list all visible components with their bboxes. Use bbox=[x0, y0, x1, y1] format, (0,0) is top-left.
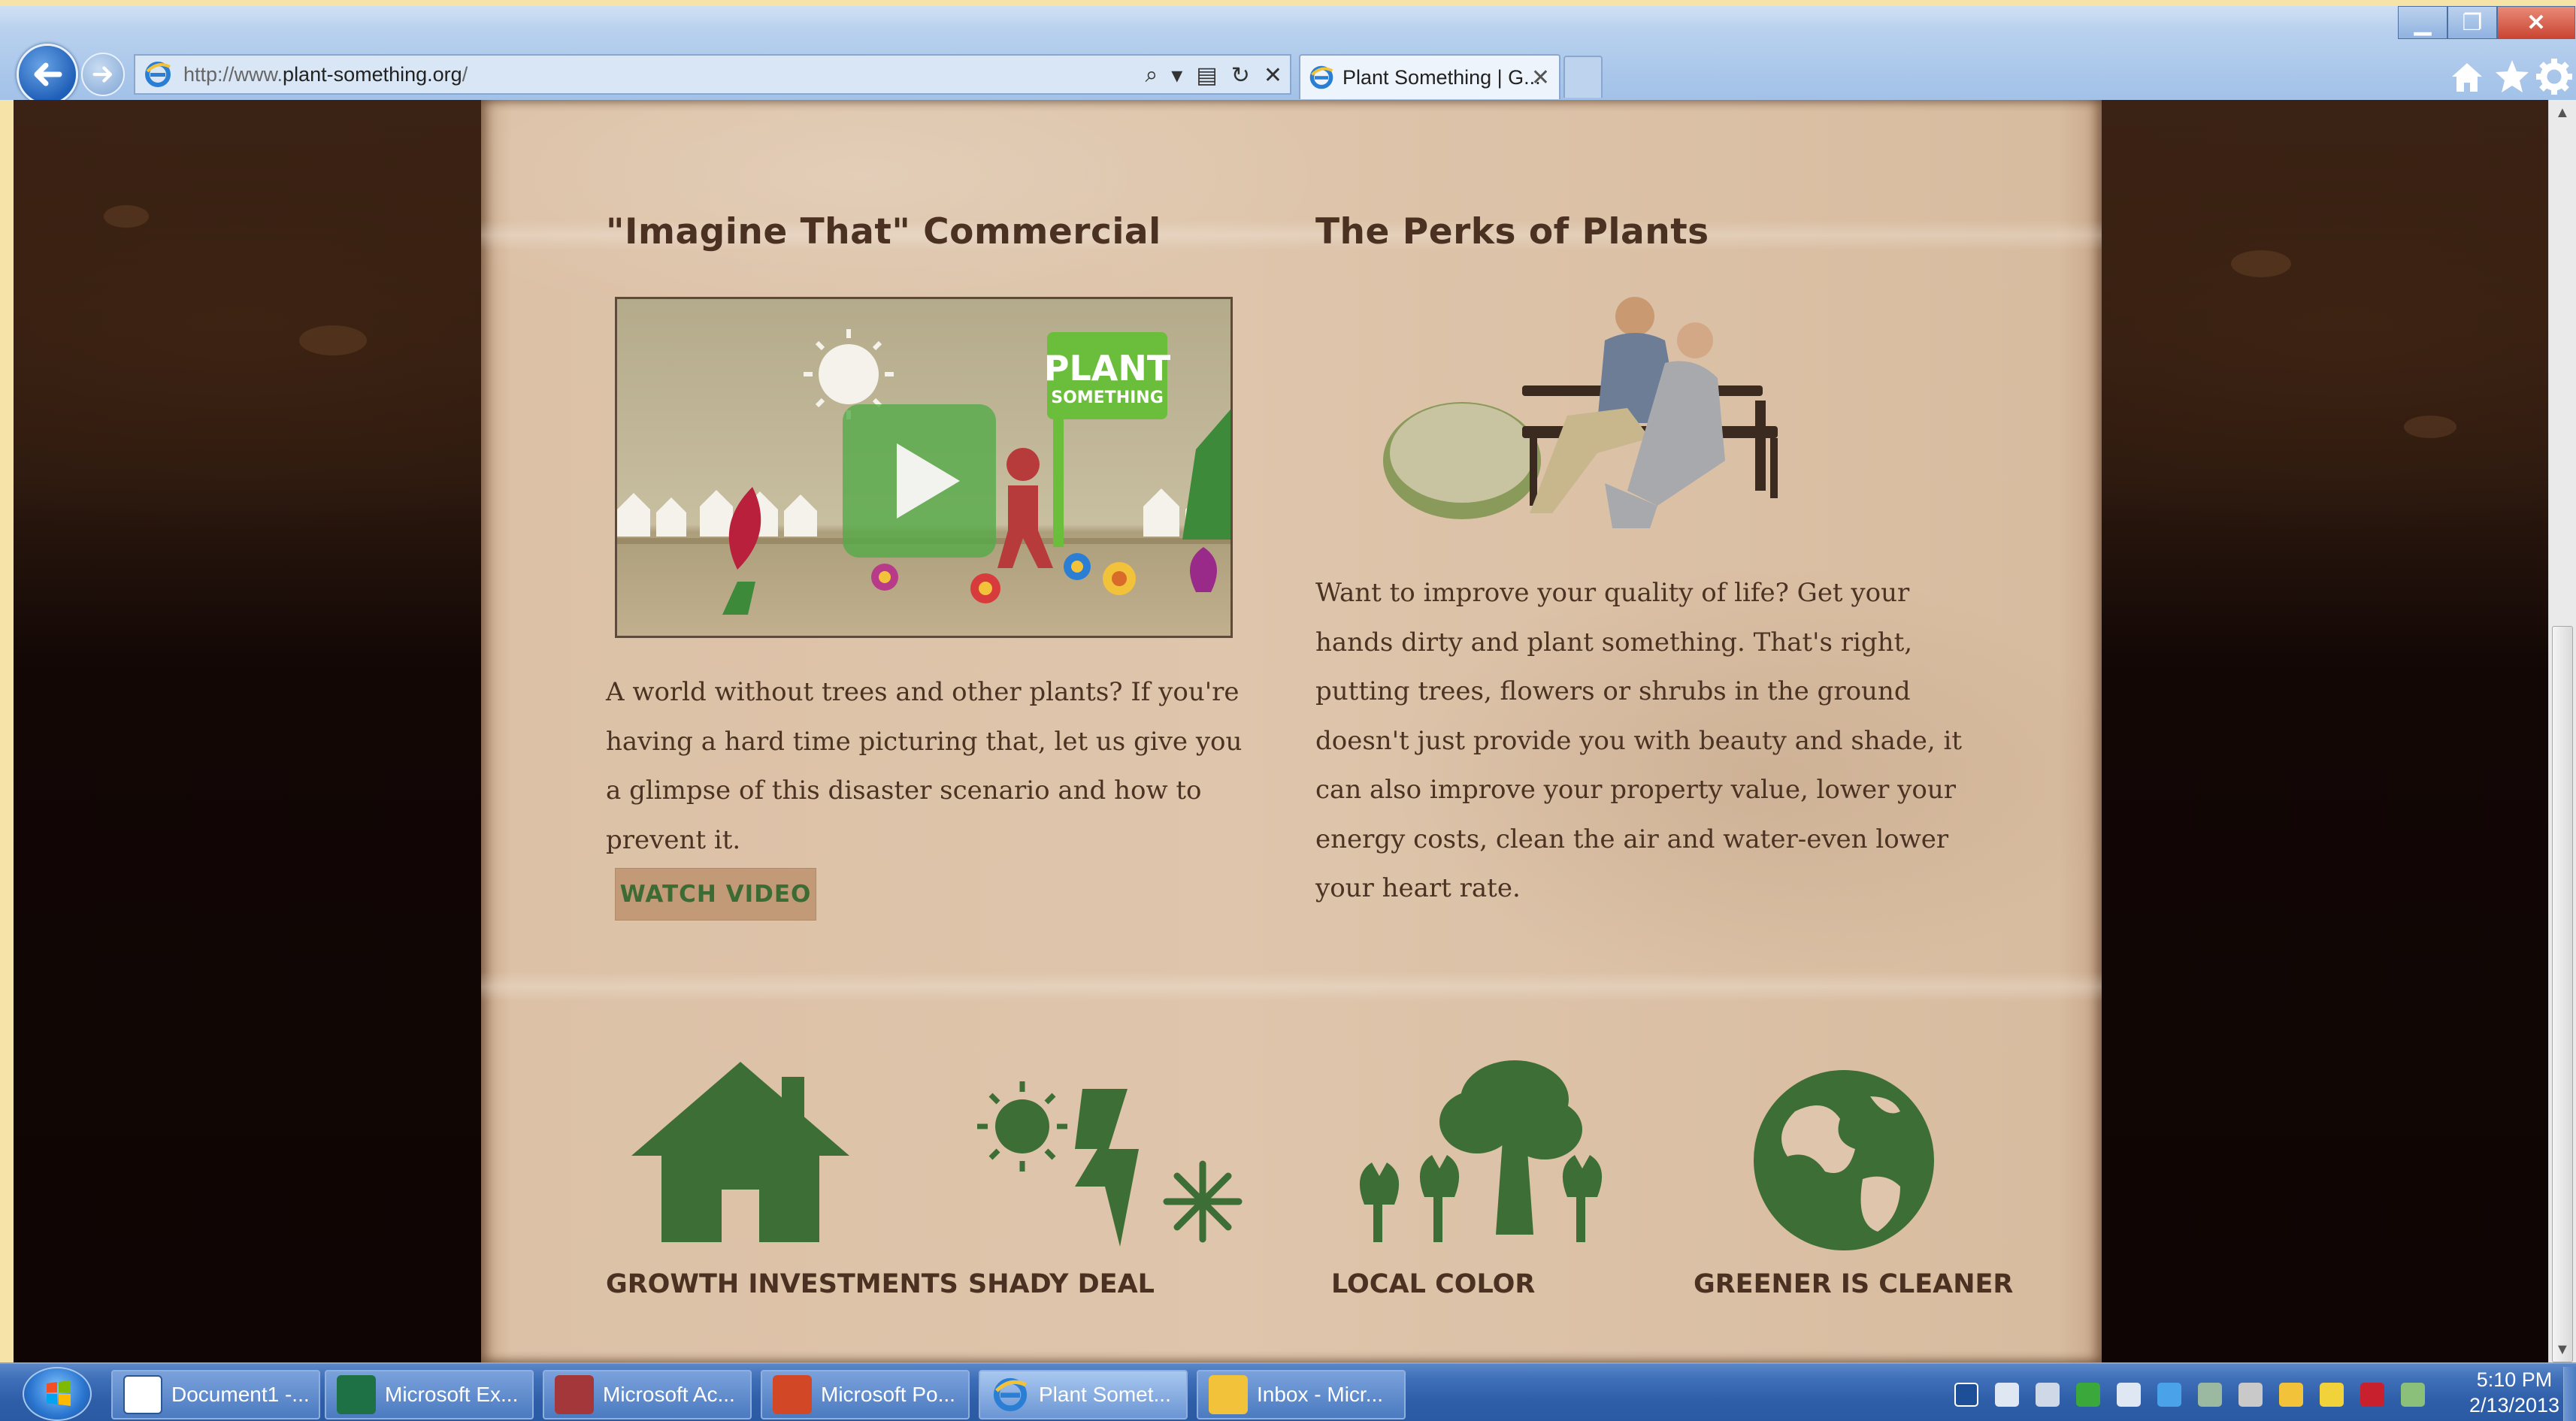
volume-icon[interactable] bbox=[2117, 1383, 2141, 1407]
home-icon[interactable] bbox=[2447, 57, 2487, 96]
url-prefix: http://www. bbox=[183, 62, 283, 86]
video-sign-line1: PLANT bbox=[1044, 348, 1171, 389]
url-domain: plant-something.org bbox=[283, 62, 462, 86]
tab-close-icon[interactable]: ✕ bbox=[1531, 65, 1550, 91]
device-icon[interactable] bbox=[1995, 1383, 2019, 1407]
network-icon[interactable] bbox=[2198, 1383, 2222, 1407]
tree-tulips-icon bbox=[1359, 1060, 1603, 1242]
scroll-up-icon[interactable]: ▲ bbox=[2555, 104, 2570, 122]
scroll-down-icon[interactable]: ▼ bbox=[2555, 1341, 2570, 1359]
notification-icon[interactable] bbox=[2279, 1383, 2303, 1407]
tab-plant-something[interactable]: Plant Something | G... ✕ bbox=[1299, 54, 1560, 99]
taskbar-item-label: Document1 -... bbox=[171, 1383, 310, 1406]
ie-icon bbox=[993, 1377, 1028, 1412]
feature-label-shady-deal: SHADY DEAL bbox=[968, 1269, 1155, 1299]
dropbox-icon[interactable] bbox=[2157, 1383, 2181, 1407]
clock-time: 5:10 PM bbox=[2476, 1368, 2553, 1391]
bluetooth-icon[interactable] bbox=[1954, 1383, 1978, 1407]
tab-title: Plant Something | G... bbox=[1342, 65, 1541, 89]
new-tab-button[interactable] bbox=[1563, 56, 1603, 98]
address-tools: ⌕ ▾ ▤ ↻ ✕ bbox=[1145, 60, 1282, 90]
forward-button[interactable] bbox=[81, 53, 125, 96]
taskbar-item-label: Microsoft Ex... bbox=[385, 1383, 519, 1406]
taskbar-item-powerpoint[interactable]: Microsoft Po... bbox=[761, 1370, 970, 1419]
address-bar[interactable]: http://www.plant-something.org/ ⌕ ▾ ▤ ↻ … bbox=[134, 54, 1291, 95]
globe-icon bbox=[1754, 1070, 1934, 1250]
gear-icon[interactable] bbox=[2535, 57, 2574, 96]
favorites-star-icon[interactable] bbox=[2493, 57, 2532, 96]
close-window-button[interactable]: ✕ bbox=[2497, 6, 2575, 39]
show-desktop-button[interactable] bbox=[2563, 1367, 2576, 1421]
powerpoint-icon bbox=[773, 1375, 812, 1414]
dropdown-icon[interactable]: ▾ bbox=[1171, 62, 1182, 89]
taskbar-item-access[interactable]: Microsoft Ac... bbox=[543, 1370, 752, 1419]
soil-texture bbox=[2231, 250, 2291, 277]
stop-icon[interactable]: ✕ bbox=[1264, 62, 1282, 89]
paper-content-panel: "Imagine That" Commercial PLANT SOMETHIN… bbox=[481, 100, 2102, 1362]
video-sign-line2: SOMETHING bbox=[1051, 389, 1164, 407]
scroll-thumb[interactable] bbox=[2552, 626, 2573, 1362]
start-button[interactable] bbox=[23, 1367, 92, 1421]
address-url[interactable]: http://www.plant-something.org/ bbox=[183, 63, 468, 86]
soil-texture bbox=[104, 205, 149, 228]
back-button[interactable] bbox=[17, 44, 78, 105]
mail-icon[interactable] bbox=[2320, 1383, 2344, 1407]
play-button[interactable] bbox=[843, 404, 996, 558]
taskbar-item-excel[interactable]: Microsoft Ex... bbox=[325, 1370, 534, 1419]
couple-on-bench-image bbox=[1383, 297, 1778, 528]
sun-lightning-snowflake-icon bbox=[977, 1081, 1243, 1247]
video-thumbnail[interactable]: PLANT SOMETHING bbox=[615, 297, 1233, 638]
printer-icon[interactable] bbox=[2238, 1383, 2263, 1407]
excel-icon bbox=[337, 1375, 376, 1414]
word-icon bbox=[123, 1375, 162, 1414]
taskbar-item-outlook[interactable]: Inbox - Micr... bbox=[1197, 1370, 1406, 1419]
envelope-icon[interactable] bbox=[2401, 1383, 2425, 1407]
feature-label-local-color: LOCAL COLOR bbox=[1331, 1269, 1536, 1299]
feature-label-greener-is-cleaner: GREENER IS CLEANER bbox=[1694, 1269, 2014, 1299]
forward-arrow-icon bbox=[92, 66, 113, 83]
perks-description: Want to improve your quality of life? Ge… bbox=[1315, 578, 1962, 903]
search-icon[interactable]: ⌕ bbox=[1145, 62, 1158, 88]
sync-icon[interactable] bbox=[2076, 1383, 2100, 1407]
ie-page-icon bbox=[145, 62, 171, 87]
web-page: "Imagine That" Commercial PLANT SOMETHIN… bbox=[14, 100, 2562, 1362]
person-figure bbox=[997, 448, 1053, 568]
minimize-button[interactable]: ▁ bbox=[2398, 6, 2447, 39]
outlook-icon bbox=[1209, 1375, 1248, 1414]
feature-label-growth-investments: GROWTH INVESTMENTS bbox=[606, 1269, 958, 1299]
system-clock[interactable]: 5:10 PM 2/13/2013 bbox=[2458, 1367, 2571, 1418]
url-suffix: / bbox=[462, 62, 468, 86]
system-tray bbox=[1954, 1370, 2435, 1419]
taskbar-item-label: Microsoft Po... bbox=[821, 1383, 955, 1406]
network-signal-icon[interactable] bbox=[2036, 1383, 2060, 1407]
taskbar-item-label: Plant Somet... bbox=[1039, 1383, 1171, 1406]
desktop-strip bbox=[0, 0, 2576, 6]
access-icon bbox=[555, 1375, 594, 1414]
back-arrow-icon bbox=[34, 62, 62, 86]
clock-date: 2/13/2013 bbox=[2469, 1394, 2560, 1416]
restore-button[interactable]: ❐ bbox=[2447, 6, 2497, 39]
couple-figures bbox=[1530, 297, 1725, 528]
windows-logo-icon bbox=[47, 1380, 71, 1406]
ie-tab-icon bbox=[1309, 65, 1333, 89]
taskbar-item-word[interactable]: Document1 -... bbox=[111, 1370, 320, 1419]
refresh-icon[interactable]: ↻ bbox=[1231, 62, 1250, 89]
paper-fold bbox=[481, 972, 2102, 1002]
compatibility-view-icon[interactable]: ▤ bbox=[1196, 62, 1217, 89]
perks-heading: The Perks of Plants bbox=[1315, 211, 1709, 252]
windows-taskbar: Document1 -... Microsoft Ex... Microsoft… bbox=[0, 1362, 2576, 1421]
taskbar-item-label: Inbox - Micr... bbox=[1257, 1383, 1384, 1406]
soil-texture bbox=[299, 325, 367, 355]
browser-toolbar: http://www.plant-something.org/ ⌕ ▾ ▤ ↻ … bbox=[0, 0, 2576, 105]
taskbar-item-label: Microsoft Ac... bbox=[603, 1383, 735, 1406]
commercial-description: A world without trees and other plants? … bbox=[606, 677, 1243, 855]
commercial-heading: "Imagine That" Commercial bbox=[606, 211, 1161, 252]
taskbar-item-internet-explorer[interactable]: Plant Somet... bbox=[979, 1370, 1188, 1419]
watch-video-button[interactable]: WATCH VIDEO bbox=[615, 868, 816, 921]
vertical-scrollbar[interactable]: ▲ ▼ bbox=[2548, 100, 2576, 1362]
soil-texture bbox=[2404, 416, 2456, 438]
mcafee-shield-icon[interactable] bbox=[2360, 1383, 2384, 1407]
house-icon bbox=[631, 1062, 849, 1242]
